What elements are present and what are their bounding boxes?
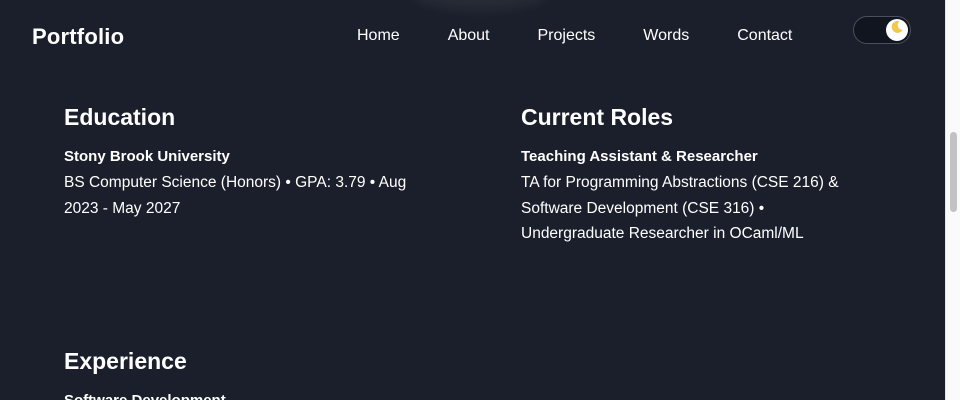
nav-link-projects[interactable]: Projects (538, 27, 596, 45)
scrollbar-thumb[interactable] (950, 132, 957, 212)
education-heading: Education (64, 104, 176, 130)
nav-link-contact[interactable]: Contact (737, 27, 792, 45)
nav-link-about[interactable]: About (448, 27, 490, 45)
current-role-details-line-2: Software Development (CSE 316) • (521, 199, 765, 217)
brand-logo[interactable]: Portfolio (32, 24, 124, 50)
toggle-knob (886, 18, 908, 41)
current-role-details-line-3: Undergraduate Researcher in OCaml/ML (521, 225, 804, 242)
education-details-line-1: BS Computer Science (Honors) • GPA: 3.79… (64, 174, 407, 191)
theme-toggle[interactable] (853, 16, 911, 44)
education-details: BS Computer Science (Honors) • GPA: 3.79… (64, 170, 464, 221)
education-school: Stony Brook University (64, 148, 230, 165)
education-details-line-2: 2023 - May 2027 (64, 199, 181, 217)
moon-icon (889, 19, 905, 40)
navbar: Portfolio Home About Projects Words Cont… (0, 0, 945, 72)
experience-entry-title: Software Development (64, 392, 226, 400)
current-role-title: Teaching Assistant & Researcher (521, 148, 758, 165)
current-role-details: TA for Programming Abstractions (CSE 216… (521, 170, 921, 247)
nav-links: Home About Projects Words Contact (357, 27, 792, 45)
current-roles-heading: Current Roles (521, 104, 674, 130)
experience-heading: Experience (64, 348, 187, 374)
page: Portfolio Home About Projects Words Cont… (0, 0, 945, 400)
nav-link-words[interactable]: Words (643, 27, 689, 45)
nav-link-home[interactable]: Home (357, 27, 400, 45)
current-role-details-line-1: TA for Programming Abstractions (CSE 216… (521, 174, 839, 191)
scrollbar[interactable] (945, 0, 960, 400)
